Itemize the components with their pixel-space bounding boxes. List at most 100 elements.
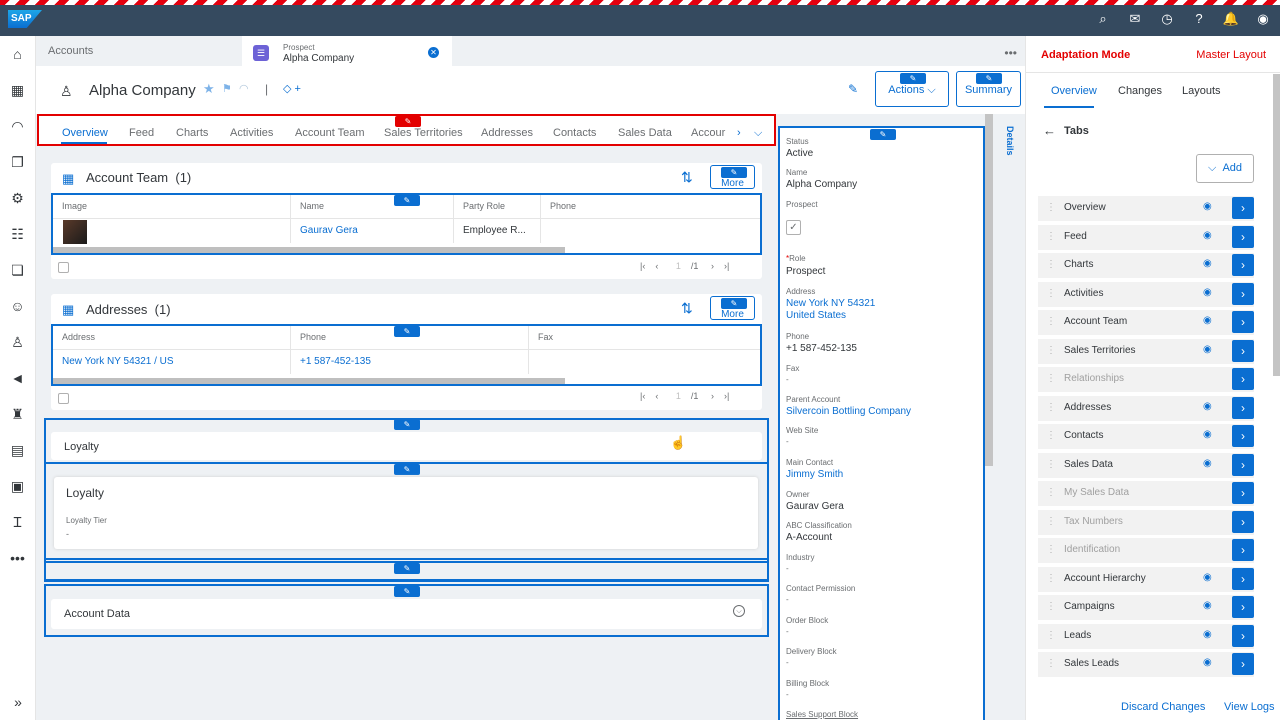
pencil-icon[interactable]: ✎ [721, 298, 747, 309]
tab-account-team[interactable]: Account Team [295, 127, 365, 139]
chevron-right-icon[interactable]: › [1232, 339, 1254, 362]
tab-overview[interactable]: Overview [62, 127, 108, 139]
pencil-icon[interactable]: ✎ [394, 195, 420, 206]
tab-list-item-sales-data[interactable]: ⋮ Sales Data ◉ › [1038, 452, 1254, 478]
edit-icon[interactable]: ✎ [848, 82, 858, 96]
chevron-down-icon[interactable]: ⌵ [754, 127, 762, 140]
tab-list-item-addresses[interactable]: ⋮ Addresses ◉ › [1038, 395, 1254, 421]
settings-icon[interactable]: ⚙ [0, 180, 35, 216]
pencil-icon[interactable]: ✎ [870, 129, 896, 140]
tag-add-button[interactable]: ◇ + [283, 82, 301, 95]
chevron-right-icon[interactable]: › [1232, 596, 1254, 618]
eye-icon[interactable]: ◉ [1203, 201, 1212, 212]
pencil-icon[interactable]: ✎ [394, 563, 420, 574]
name-link[interactable]: Gaurav Gera [300, 225, 358, 236]
chevron-right-icon[interactable]: › [1232, 396, 1254, 419]
tab-activities[interactable]: Activities [230, 127, 273, 139]
master-layout-label[interactable]: Master Layout [1196, 49, 1266, 61]
bell-icon[interactable]: 🔔 [1222, 11, 1240, 27]
chevron-right-icon[interactable]: › [1232, 225, 1254, 248]
tab-alpha-company[interactable]: ☰ Prospect Alpha Company ✕ [242, 36, 452, 66]
horizontal-scrollbar[interactable] [53, 247, 565, 253]
eye-icon[interactable]: ◉ [1203, 458, 1212, 469]
chevron-right-icon[interactable]: › [1232, 624, 1254, 647]
clock-icon[interactable]: ◷ [1158, 11, 1176, 27]
select-all-checkbox[interactable] [58, 393, 69, 404]
horizontal-scrollbar[interactable] [53, 378, 565, 384]
view-logs-button[interactable]: View Logs [1224, 701, 1275, 713]
first-page-icon[interactable]: |‹ [640, 261, 645, 271]
drag-handle-icon[interactable]: ⋮ [1046, 487, 1056, 498]
prospect-checkbox[interactable]: ✓ [786, 220, 801, 235]
chevron-right-icon[interactable]: › [1232, 311, 1254, 333]
address-link[interactable]: New York NY 54321 [786, 298, 875, 309]
pencil-icon[interactable]: ✎ [394, 464, 420, 475]
vertical-scrollbar[interactable] [1273, 74, 1280, 376]
parent-account-link[interactable]: Silvercoin Bottling Company [786, 406, 911, 417]
pencil-icon[interactable]: ✎ [721, 167, 747, 178]
drag-handle-icon[interactable]: ⋮ [1046, 430, 1056, 441]
eye-icon[interactable]: ◉ [1203, 258, 1212, 269]
tab-list-item-relationships[interactable]: ⋮ Relationships › [1038, 367, 1254, 392]
tab-list-item-overview[interactable]: ⋮ Overview ◉ › [1038, 196, 1254, 221]
vertical-scrollbar[interactable] [985, 114, 993, 466]
drag-handle-icon[interactable]: ⋮ [1046, 658, 1056, 669]
eye-icon[interactable]: ◉ [1203, 600, 1212, 611]
drag-handle-icon[interactable]: ⋮ [1046, 288, 1056, 299]
chevron-right-icon[interactable]: › [1232, 254, 1254, 276]
tab-sales-data[interactable]: Sales Data [618, 127, 672, 139]
chevron-right-icon[interactable]: › [1232, 653, 1254, 675]
pencil-icon[interactable]: ✎ [395, 116, 421, 127]
copy-icon[interactable]: ❏ [0, 252, 35, 288]
tab-list-item-my-sales-data[interactable]: ⋮ My Sales Data › [1038, 481, 1254, 506]
chevron-right-icon[interactable]: › [1232, 368, 1254, 390]
page-number[interactable]: 1 [676, 391, 681, 401]
flag-icon[interactable]: ⚑ [222, 82, 232, 95]
home-icon[interactable]: ⌂ [0, 36, 35, 72]
drag-handle-icon[interactable]: ⋮ [1046, 345, 1056, 356]
main-contact-link[interactable]: Jimmy Smith [786, 469, 843, 480]
prev-page-icon[interactable]: ‹ [655, 261, 658, 271]
tab-list-item-sales-territories[interactable]: ⋮ Sales Territories ◉ › [1038, 338, 1254, 364]
pencil-icon[interactable]: ✎ [394, 586, 420, 597]
chevron-right-icon[interactable]: › [1232, 567, 1254, 590]
expand-icon[interactable]: ⌵ [733, 605, 745, 617]
chevron-right-icon[interactable]: › [1232, 539, 1254, 561]
eye-icon[interactable]: ◉ [1203, 629, 1212, 640]
next-page-icon[interactable]: › [711, 391, 714, 401]
page-number[interactable]: 1 [676, 261, 681, 271]
sort-icon[interactable]: ⇅ [681, 169, 693, 186]
drag-handle-icon[interactable]: ⋮ [1046, 373, 1056, 384]
chevron-right-icon[interactable]: › [1232, 510, 1254, 533]
eye-icon[interactable]: ◉ [1203, 287, 1212, 298]
chevron-right-icon[interactable]: › [1232, 453, 1254, 476]
tab-overview[interactable]: Overview [1051, 85, 1097, 97]
first-page-icon[interactable]: |‹ [640, 391, 645, 401]
details-tab[interactable]: Details [1005, 126, 1015, 156]
drag-handle-icon[interactable]: ⋮ [1046, 544, 1056, 555]
eye-icon[interactable]: ◉ [1203, 401, 1212, 412]
address-link[interactable]: New York NY 54321 / US [62, 356, 174, 367]
tab-addresses[interactable]: Addresses [481, 127, 533, 139]
eye-icon[interactable]: ◉ [1203, 657, 1212, 668]
tab-feed[interactable]: Feed [129, 127, 154, 139]
eye-icon[interactable]: ◉ [1203, 429, 1212, 440]
eye-icon[interactable]: ◉ [1203, 572, 1212, 583]
next-page-icon[interactable]: › [711, 261, 714, 271]
tool-icon[interactable]: Ɪ [0, 504, 35, 540]
chevron-right-icon[interactable]: › [1232, 425, 1254, 447]
chat-icon[interactable]: ✉ [1126, 11, 1144, 27]
star-icon[interactable]: ★ [203, 81, 215, 97]
eye-icon[interactable]: ◉ [1203, 230, 1212, 241]
pencil-icon[interactable]: ✎ [976, 73, 1002, 84]
feed-icon[interactable]: ◠ [0, 108, 35, 144]
people-icon[interactable]: ☺ [0, 288, 35, 324]
drag-handle-icon[interactable]: ⋮ [1046, 630, 1056, 641]
chevron-right-icon[interactable]: › [1232, 282, 1254, 305]
chevron-right-icon[interactable]: › [1232, 197, 1254, 219]
chevron-right-icon[interactable]: › [737, 127, 741, 139]
drag-handle-icon[interactable]: ⋮ [1046, 601, 1056, 612]
tab-accounts[interactable]: Accounts [36, 36, 242, 66]
drag-handle-icon[interactable]: ⋮ [1046, 202, 1056, 213]
discard-changes-button[interactable]: Discard Changes [1121, 701, 1205, 713]
